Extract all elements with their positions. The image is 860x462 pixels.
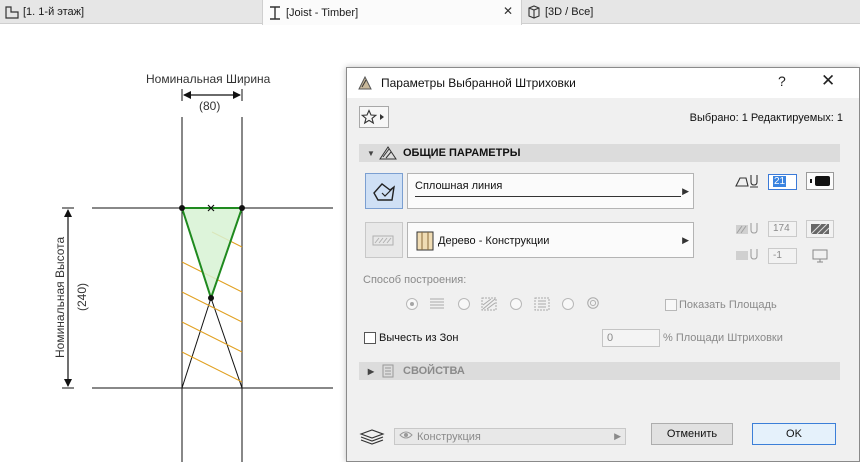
contour-pen-input[interactable]: 21	[768, 174, 797, 190]
show-area-checkbox[interactable]	[665, 299, 677, 311]
layer-dropdown[interactable]: Конструкция ▶	[394, 428, 626, 445]
picker-arrow-icon: ▶	[682, 186, 689, 196]
tab-floor-plan[interactable]: [1. 1-й этаж]	[0, 1, 262, 23]
background-pen-icon	[733, 246, 761, 264]
tab-3d[interactable]: [3D / Все]	[522, 1, 722, 23]
method-radio-4[interactable]	[562, 298, 574, 310]
drawing-canvas[interactable]: Номинальная Ширина (80) Номинальная Высо…	[0, 25, 346, 462]
show-area-label: Показать Площадь	[679, 299, 777, 311]
properties-list-icon	[379, 364, 397, 378]
fill-pattern-picker[interactable]: Дерево - Конструкции ▶	[407, 222, 694, 258]
help-button[interactable]: ?	[778, 73, 786, 89]
close-tab-icon[interactable]: ✕	[503, 4, 513, 18]
dropdown-arrow-icon: ▶	[614, 431, 621, 441]
tab-label: [1. 1-й этаж]	[23, 6, 85, 18]
ok-button[interactable]: OK	[752, 423, 836, 445]
background-preview-button[interactable]	[806, 247, 834, 265]
joist-section-drawing	[62, 89, 333, 462]
area-percent-label: % Площади Штриховки	[663, 332, 783, 344]
background-pen-input[interactable]: -1	[768, 248, 797, 264]
distorted-fill-method-icon	[587, 297, 599, 309]
favorites-button[interactable]	[359, 106, 389, 128]
pattern-swatch-icon	[810, 223, 830, 235]
fill-pattern-value: Дерево - Конструкции	[438, 235, 550, 247]
selection-info: Выбрано: 1 Редактируемых: 1	[689, 112, 843, 124]
fill-pattern-button[interactable]	[806, 220, 834, 238]
linear-fill-method-icon	[481, 297, 497, 311]
close-dialog-button[interactable]: ✕	[821, 71, 835, 91]
line-thickness-icon	[810, 176, 830, 186]
contour-pen-icon	[733, 172, 761, 190]
picker-arrow-icon: ▶	[682, 235, 689, 245]
collapse-arrow-icon: ▼	[367, 148, 375, 158]
tab-label: [Joist - Timber]	[286, 6, 359, 19]
fill-category-button[interactable]	[365, 222, 403, 258]
monitor-icon	[812, 249, 828, 263]
layers-icon	[359, 428, 385, 449]
subtract-zones-label: Вычесть из Зон	[379, 332, 459, 344]
dialog-title: Параметры Выбранной Штриховки	[381, 76, 576, 90]
line-type-value: Сплошная линия	[415, 180, 503, 192]
cancel-button[interactable]: Отменить	[651, 423, 733, 445]
method-radio-3[interactable]	[510, 298, 522, 310]
fill-type-selector[interactable]	[365, 173, 403, 209]
star-icon	[361, 109, 384, 125]
cut-fill-icon	[372, 235, 394, 246]
fill-section-icon	[379, 146, 397, 160]
beam-section-icon	[267, 5, 283, 21]
line-preview	[415, 196, 681, 197]
radial-fill-method-icon	[534, 297, 550, 311]
fill-pen-icon	[733, 220, 761, 238]
expand-arrow-icon: ▶	[367, 366, 375, 376]
tab-joist-timber[interactable]: [Joist - Timber] ✕	[262, 0, 522, 25]
section-title: СВОЙСТВА	[403, 365, 465, 377]
fill-settings-dialog: Параметры Выбранной Штриховки ? ✕ Выбран…	[346, 67, 860, 462]
area-percent-input[interactable]: 0	[602, 329, 660, 347]
cube-3d-icon	[526, 4, 542, 20]
layer-value: Конструкция	[417, 430, 481, 443]
section-title: ОБЩИЕ ПАРАМЕТРЫ	[403, 147, 521, 159]
solid-fill-method-icon	[430, 298, 444, 309]
line-style-button[interactable]	[806, 172, 834, 190]
fill-dialog-icon	[357, 75, 373, 91]
general-settings-header[interactable]: ▼ ОБЩИЕ ПАРАМЕТРЫ	[359, 144, 840, 162]
line-type-picker[interactable]: Сплошная линия ▶	[407, 173, 694, 209]
fill-pen-input[interactable]: 174	[768, 221, 797, 237]
tab-bar: [1. 1-й этаж] [Joist - Timber] ✕ [3D / В…	[0, 0, 860, 25]
fill-polygon-icon	[373, 183, 395, 201]
tab-label: [3D / Все]	[545, 6, 594, 18]
eye-icon	[399, 430, 413, 443]
wood-fill-icon	[416, 231, 434, 254]
floor-plan-icon	[4, 4, 20, 20]
construction-method-label: Способ построения:	[363, 274, 467, 286]
method-radio-2[interactable]	[458, 298, 470, 310]
subtract-zones-checkbox[interactable]	[364, 332, 376, 344]
properties-header[interactable]: ▶ СВОЙСТВА	[359, 362, 840, 380]
dialog-titlebar[interactable]: Параметры Выбранной Штриховки ? ✕	[347, 68, 859, 98]
method-radio-1[interactable]	[406, 298, 418, 310]
